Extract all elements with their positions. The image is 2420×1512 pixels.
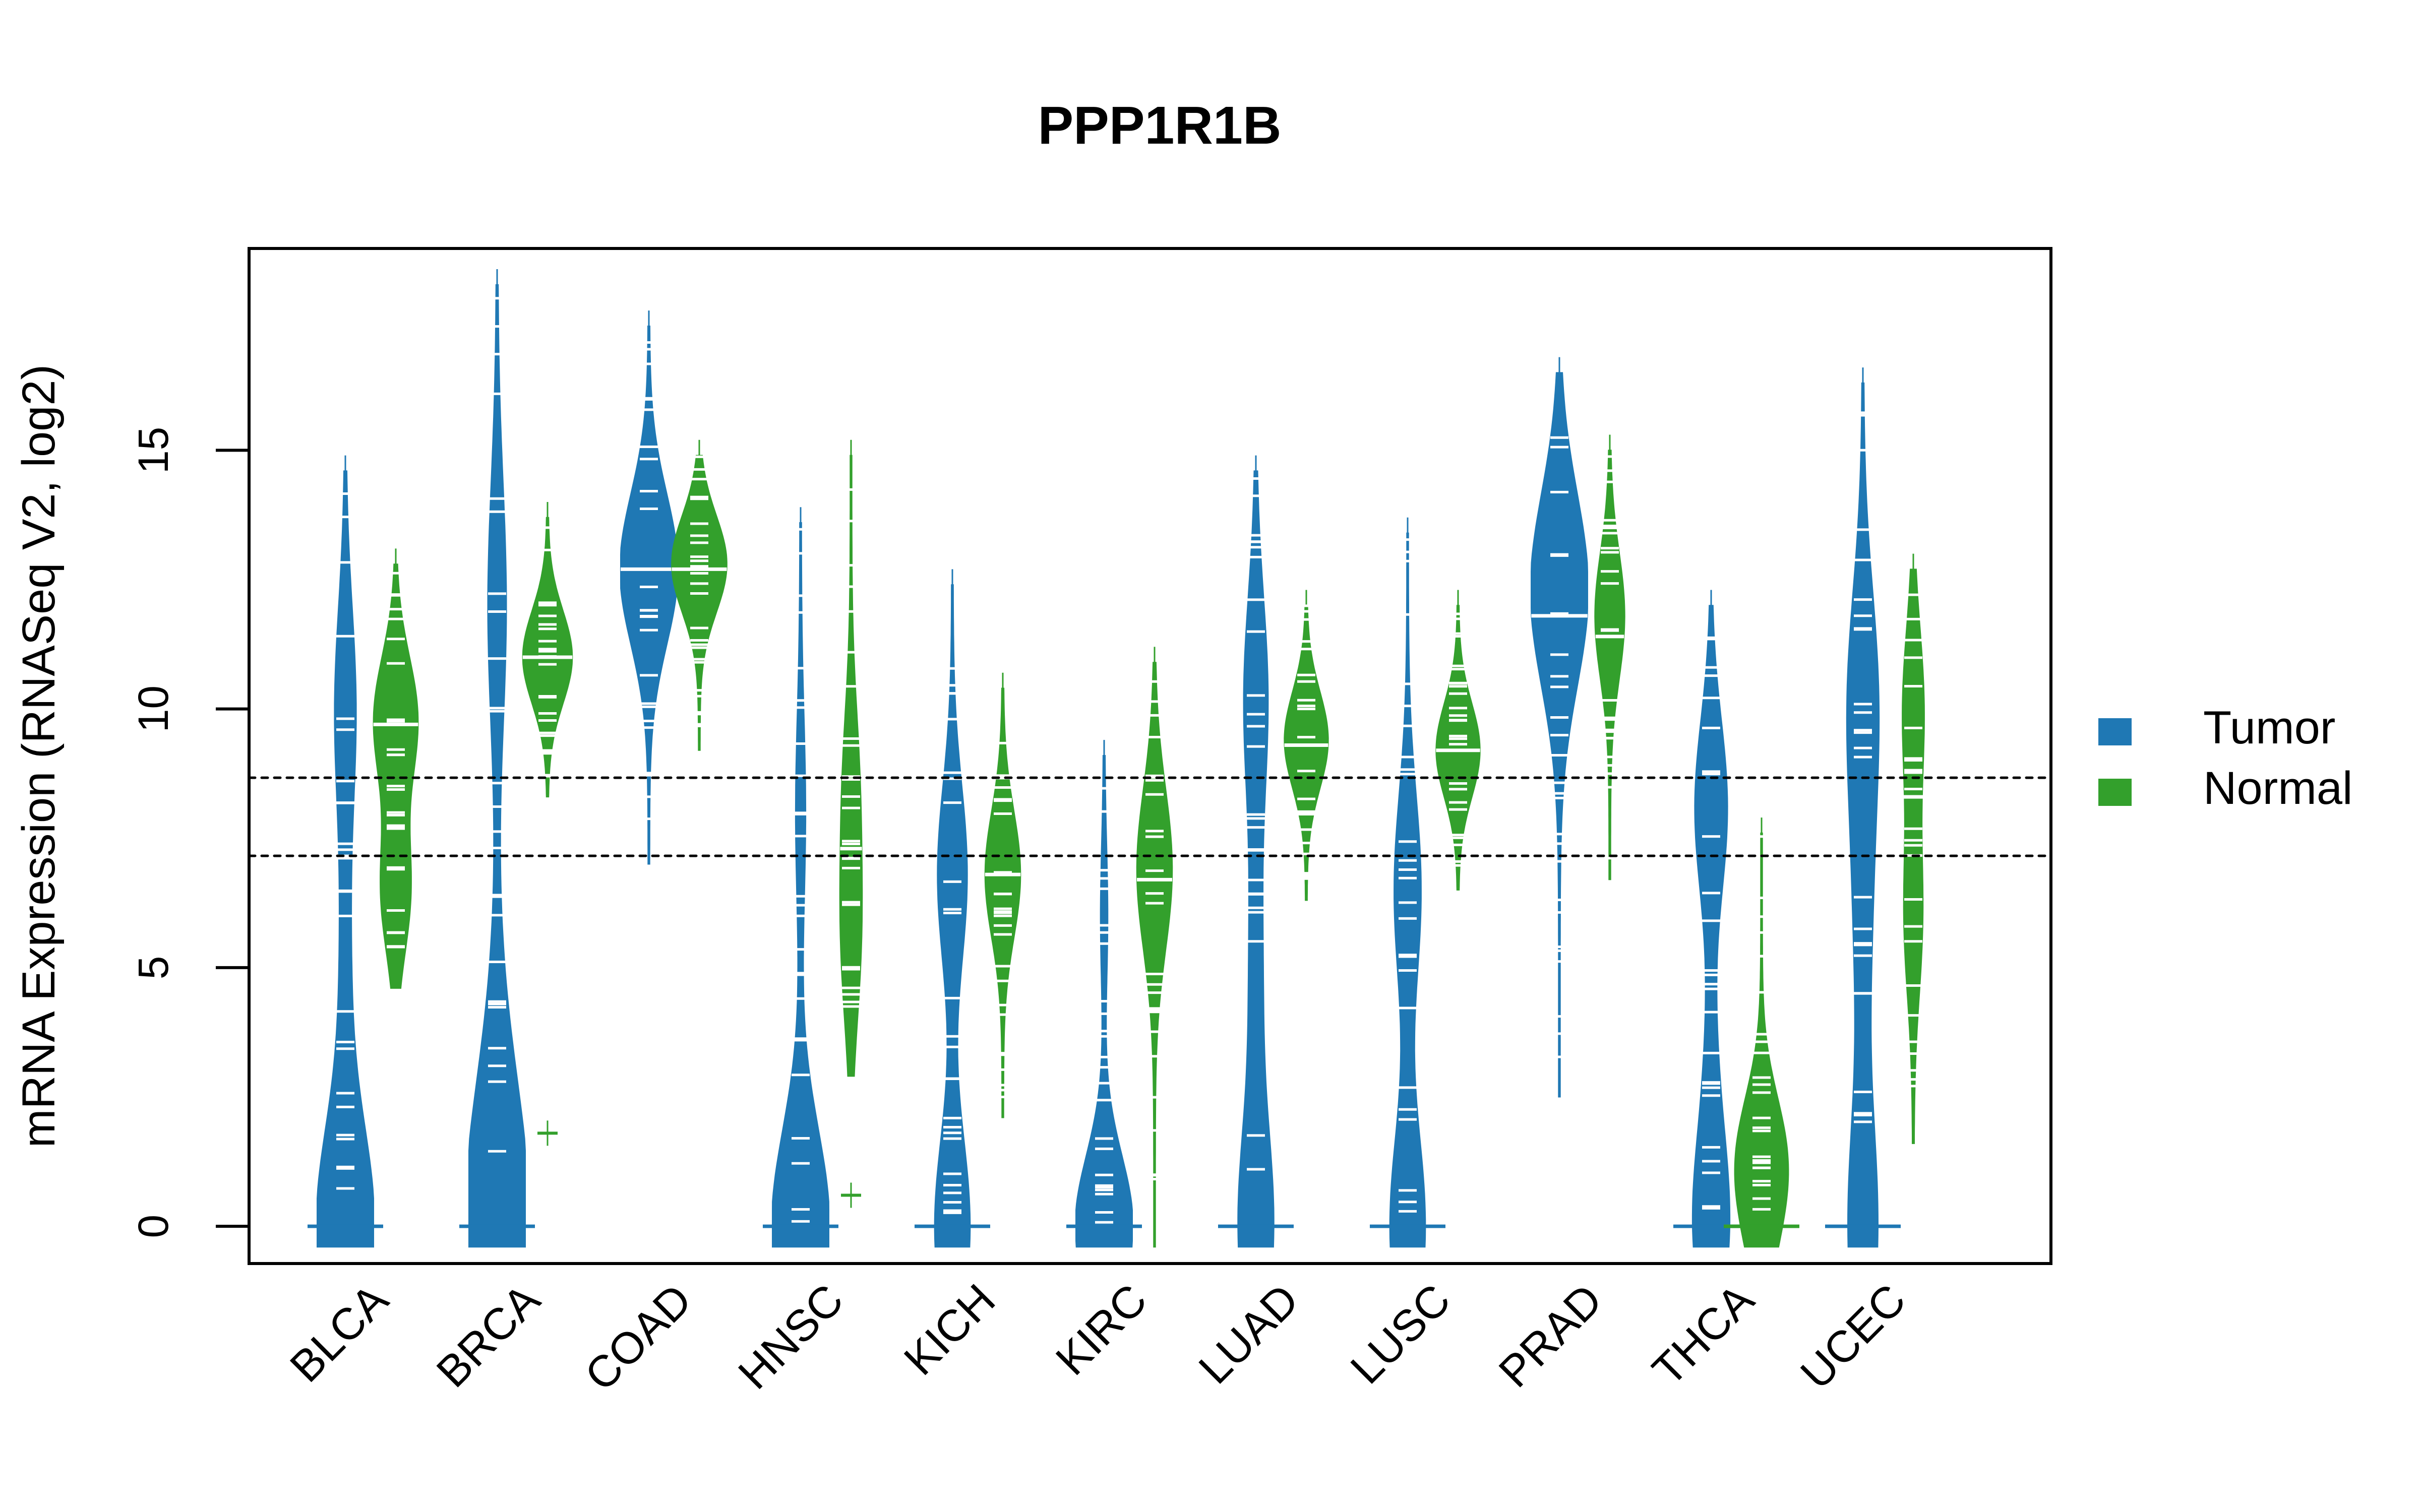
violin-normal-kirc: [1136, 647, 1173, 1248]
violin-tumor-coad: [620, 310, 678, 865]
violin-tumor-kirc: [1066, 740, 1142, 1248]
x-tick-label: BLCA: [280, 1274, 398, 1392]
violin-normal-thca: [1724, 817, 1799, 1248]
violin-normal-blca: [373, 548, 419, 989]
x-tick-label: LUSC: [1341, 1274, 1460, 1393]
violin-tumor-brca: [459, 269, 535, 1248]
y-axis-title: mRNA Expression (RNASeq V2, log2): [13, 364, 65, 1148]
violin-normal-prad: [1594, 434, 1625, 880]
violin-tumor-luad: [1218, 455, 1294, 1248]
x-tick-label: UCEC: [1791, 1274, 1915, 1398]
plot-area: [248, 269, 2052, 1248]
violin-tumor-prad: [1531, 357, 1588, 1098]
violin-normal-brca: [522, 501, 573, 1146]
x-tick-label: BRCA: [427, 1274, 550, 1397]
violin-chart: PPP1R1B 0 5 10 15 BLCA BRCA COAD HNSC KICH KIRC L…: [13, 96, 2352, 1400]
x-tick-label: LUAD: [1189, 1274, 1308, 1393]
x-axis: BLCA BRCA COAD HNSC KICH KIRC LUAD LUSC PRAD THCA…: [280, 1274, 1915, 1400]
legend: Tumor Normal: [2098, 702, 2352, 814]
violin-normal-kich: [984, 672, 1021, 1118]
violin-tumor-lusc: [1370, 517, 1445, 1248]
y-tick-label: 15: [130, 427, 177, 474]
violin-normal-lusc: [1435, 590, 1481, 891]
y-tick-label: 5: [130, 956, 177, 979]
violin-normal-coad: [671, 439, 728, 751]
violin-tumor-ucec: [1825, 367, 1901, 1248]
legend-label-normal: Normal: [2203, 763, 2352, 814]
x-tick-label: HNSC: [729, 1274, 853, 1398]
chart-title: PPP1R1B: [1038, 96, 1281, 155]
x-tick-label: COAD: [575, 1274, 701, 1400]
y-tick-label: 0: [130, 1215, 177, 1238]
y-tick-label: 10: [130, 685, 177, 732]
x-tick-label: THCA: [1643, 1274, 1764, 1395]
violin-tumor-blca: [308, 455, 383, 1248]
legend-swatch-tumor: [2098, 718, 2132, 745]
x-tick-label: KIRC: [1046, 1274, 1157, 1384]
x-tick-label: KICH: [894, 1274, 1005, 1384]
x-tick-label: PRAD: [1489, 1274, 1612, 1397]
violin-tumor-hnsc: [763, 507, 838, 1248]
violin-normal-ucec: [1902, 553, 1925, 1144]
violin-tumor-kich: [915, 569, 990, 1248]
violin-normal-luad: [1284, 590, 1329, 901]
legend-label-tumor: Tumor: [2203, 702, 2335, 753]
legend-swatch-normal: [2098, 779, 2132, 806]
y-axis: 0 5 10 15: [130, 427, 249, 1238]
violin-normal-hnsc: [839, 439, 863, 1208]
